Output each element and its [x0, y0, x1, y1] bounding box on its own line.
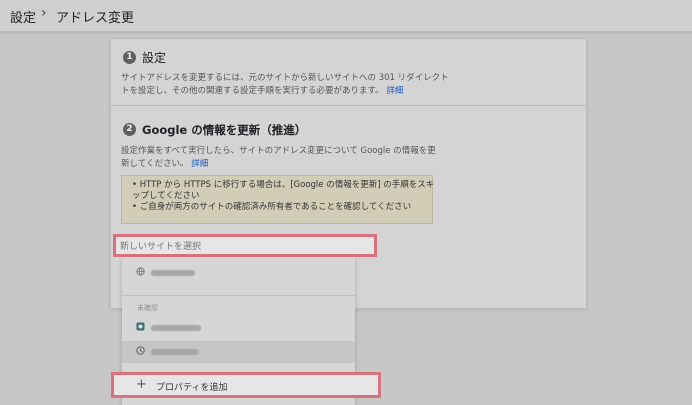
step-2-description-text: 新してください。 — [121, 158, 189, 169]
dropdown-item[interactable] — [122, 317, 355, 339]
dropdown-section-label: 未確認 — [137, 304, 158, 312]
blurred-site-name — [151, 349, 199, 355]
step-1-description-line: サイトアドレスを変更するには、元のサイトから新しいサイトへの 301 リダイレク… — [121, 73, 449, 83]
new-site-input[interactable] — [120, 239, 370, 254]
step-2-description: 設定作業をすべて実行したら、サイトのアドレス変更について Google の情報を… — [121, 145, 436, 171]
info-notice-box: • HTTP から HTTPS に移行する場合は、[Google の情報を更新]… — [121, 175, 435, 224]
step-2-number: 2 — [123, 123, 136, 136]
step-1-description: サイトアドレスを変更するには、元のサイトから新しいサイトへの 301 リダイレク… — [121, 72, 449, 98]
breadcrumb-separator: › — [41, 5, 47, 21]
section-divider — [111, 105, 586, 106]
top-bar: 設定 › アドレス変更 — [0, 0, 692, 32]
new-site-select[interactable] — [113, 234, 377, 257]
dropdown-item[interactable] — [122, 341, 355, 363]
globe-icon — [136, 267, 145, 276]
dropdown-divider — [122, 295, 355, 296]
notice-text: • HTTP から HTTPS に移行する場合は、[Google の情報を更新]… — [132, 180, 435, 213]
notice-line: ップしてください — [132, 191, 200, 201]
step-1-title: 設定 — [142, 51, 167, 65]
blurred-site-name — [151, 325, 201, 331]
step-1-details-link[interactable]: 詳細 — [386, 86, 403, 96]
step-1-description-text: トを設定し、その他の関連する設定手順を実行する必要があります。 — [121, 85, 384, 96]
notice-line: • HTTP から HTTPS に移行する場合は、[Google の情報を更新]… — [132, 180, 435, 190]
notice-line: • ご自身が両方のサイトの確認済み所有者であることを確認してください — [132, 202, 412, 212]
clock-icon — [136, 346, 145, 355]
step-1-description-line: トを設定し、その他の関連する設定手順を実行する必要があります。 詳細 — [121, 85, 431, 98]
add-property-button[interactable]: + プロパティを追加 — [111, 372, 381, 398]
step-2-details-link[interactable]: 詳細 — [191, 159, 208, 169]
step-2-title: Google の情報を更新（推進） — [142, 123, 307, 137]
plus-icon: + — [136, 377, 147, 392]
step-2-description-line: 新してください。 詳細 — [121, 158, 431, 171]
blurred-site-name — [151, 270, 195, 276]
add-property-label: プロパティを追加 — [156, 383, 228, 393]
page-title: アドレス変更 — [56, 11, 135, 26]
step-2-description-line: 設定作業をすべて実行したら、サイトのアドレス変更について Google の情報を… — [121, 146, 436, 156]
breadcrumb-root[interactable]: 設定 — [10, 7, 36, 26]
step-1-number: 1 — [123, 51, 136, 64]
dropdown-item[interactable] — [122, 262, 355, 284]
site-favicon-icon — [136, 322, 145, 331]
